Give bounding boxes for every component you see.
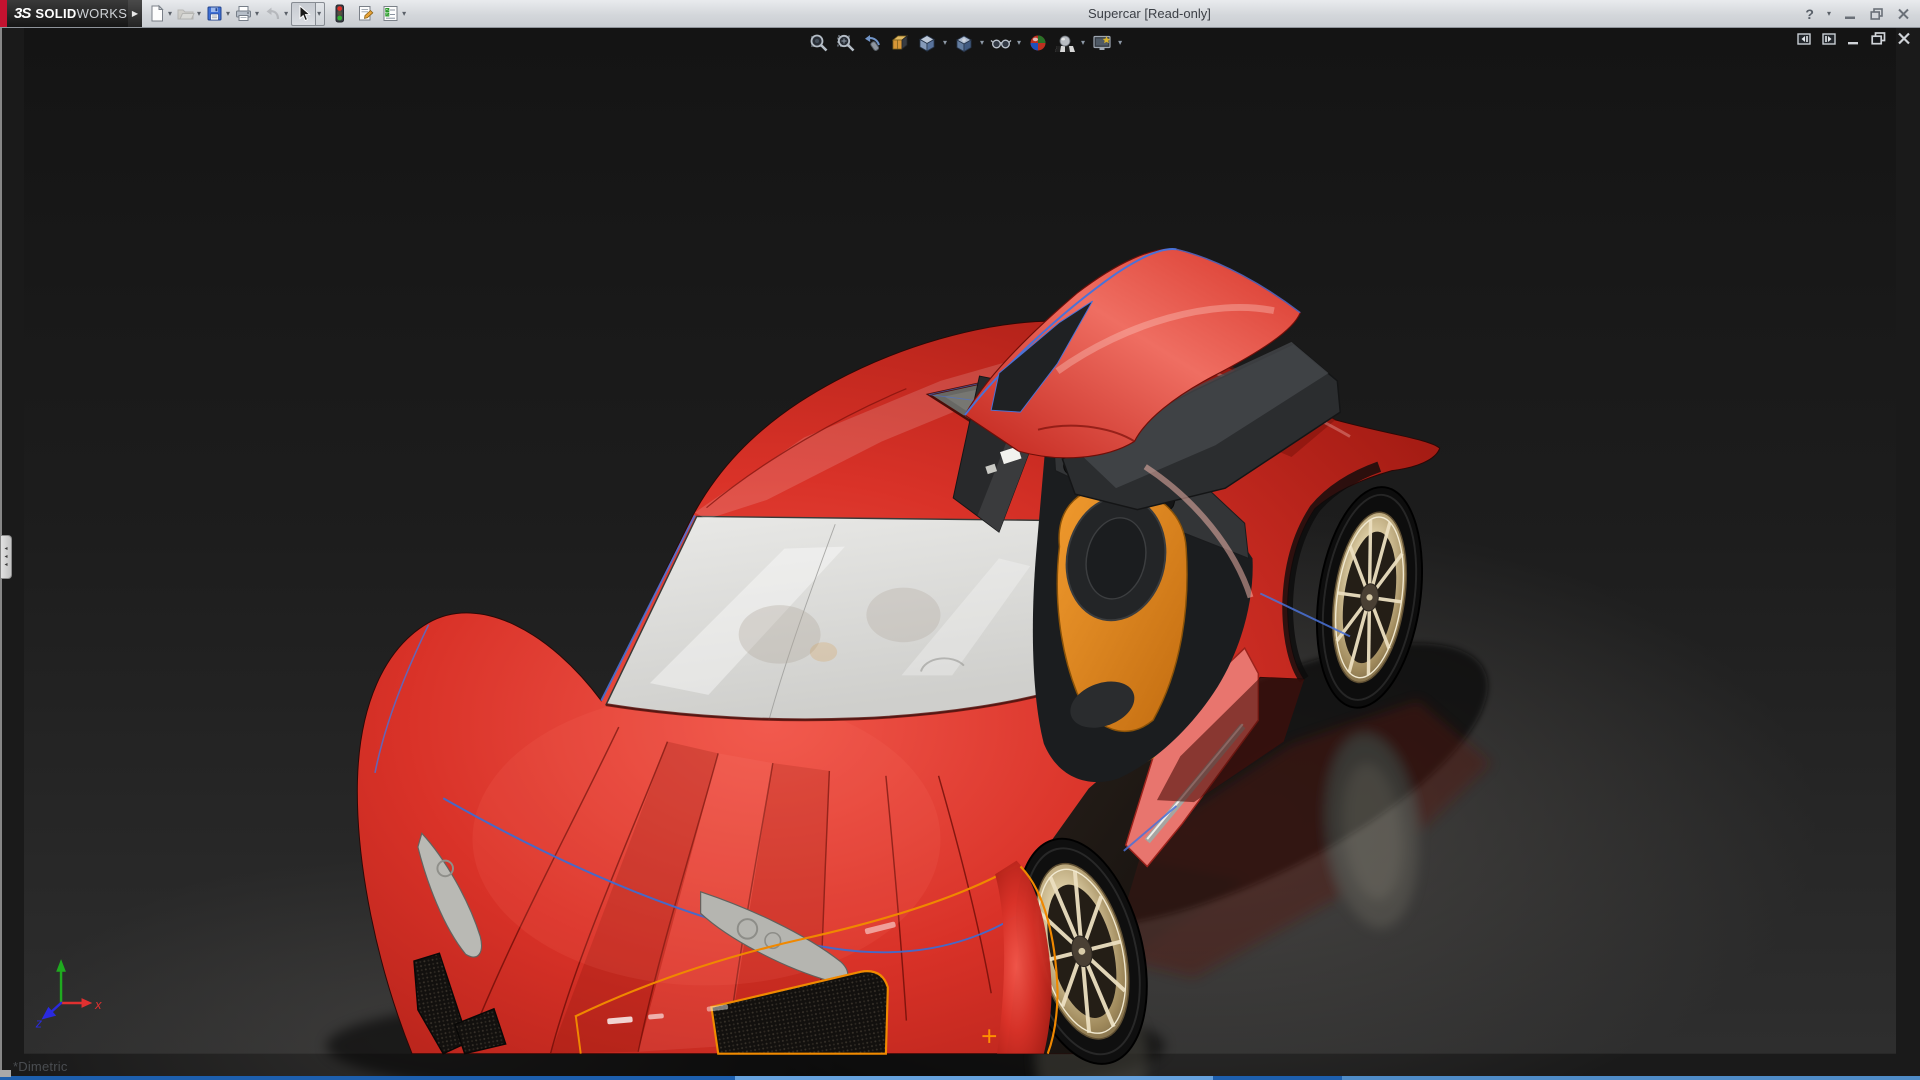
rebuild-traffic-light-icon [330, 4, 349, 23]
select-dropdown-button[interactable]: ▾ [315, 2, 325, 26]
open-button[interactable] [175, 2, 196, 25]
triad-x-label: x [94, 998, 102, 1012]
collapse-arrow-icon: ◂ [4, 546, 7, 552]
print-button[interactable] [233, 2, 254, 25]
document-restore-button[interactable] [1871, 32, 1886, 45]
pane-expand-left-button[interactable] [1797, 33, 1811, 45]
hide-show-items-button[interactable] [988, 30, 1013, 55]
status-bar-segment [735, 1076, 1213, 1080]
pane-expand-right-button[interactable] [1822, 33, 1836, 45]
zoom-to-area-button[interactable] [833, 30, 858, 55]
open-icon [176, 4, 195, 23]
save-icon [205, 4, 224, 23]
undo-dropdown-caret[interactable]: ▾ [283, 2, 291, 25]
print-icon [234, 4, 253, 23]
minimize-icon [1847, 33, 1860, 45]
rebuild-button[interactable] [329, 2, 350, 25]
brand-name-bold: SOLID [35, 6, 76, 21]
pane-expand-right-icon [1822, 33, 1836, 45]
restore-icon [1871, 32, 1886, 45]
options-button[interactable] [380, 2, 401, 25]
collapse-arrow-icon: ◂ [4, 562, 7, 568]
view-orientation-label: *Dimetric [13, 1059, 68, 1074]
undo-icon [263, 4, 282, 23]
window-controls: ? ▾ [1805, 0, 1910, 27]
3d-scene[interactable]: x z [0, 27, 1920, 1080]
options-dropdown-caret[interactable]: ▾ [401, 2, 409, 25]
section-view-icon [889, 32, 911, 54]
triad-z-label: z [35, 1016, 43, 1030]
brand-name-light: WORKS [77, 6, 128, 21]
new-document-icon [147, 4, 166, 23]
solidworks-logo: 3S SOLID WORKS [0, 0, 128, 27]
view-orientation-icon [916, 32, 938, 54]
select-dropdown-caret: ▾ [316, 2, 324, 25]
ds-logo-glyph: 3S [14, 5, 30, 22]
heads-up-view-toolbar: ▾ ▾ ▾ [806, 30, 1124, 55]
hide-show-items-icon [990, 32, 1012, 54]
pane-expand-left-icon [1797, 33, 1811, 45]
quick-access-toolbar: ▾ ▾ ▾ [146, 0, 409, 27]
view-settings-button[interactable] [1089, 30, 1114, 55]
collapse-arrow-icon: ◂ [4, 554, 7, 560]
zoom-to-fit-icon [808, 32, 830, 54]
new-document-button[interactable] [146, 2, 167, 25]
edit-appearance-icon [1027, 32, 1049, 54]
graphics-viewport[interactable]: x z [0, 27, 1920, 1080]
brand-red-stripe [0, 0, 7, 27]
previous-view-icon [862, 32, 884, 54]
menu-expand-arrow[interactable]: ▶ [128, 0, 142, 27]
select-tool-button[interactable] [291, 2, 315, 26]
bottom-left-corner [0, 1070, 11, 1077]
zoom-to-area-icon [835, 32, 857, 54]
status-bar-edge [0, 1076, 1920, 1080]
options-icon [381, 4, 400, 23]
select-cursor-icon [294, 4, 313, 23]
hood-glow [473, 693, 941, 986]
display-style-caret[interactable]: ▾ [978, 38, 986, 47]
save-button[interactable] [204, 2, 225, 25]
edit-appearance-button[interactable] [1025, 30, 1050, 55]
help-icon[interactable]: ? [1805, 6, 1814, 22]
view-orientation-button[interactable] [914, 30, 939, 55]
document-minimize-button[interactable] [1847, 33, 1860, 45]
new-dropdown-caret[interactable]: ▾ [167, 2, 175, 25]
feature-manager-flyout-tab[interactable]: ◂ ◂ ◂ [1, 535, 12, 579]
titlebar: 3S SOLID WORKS ▶ ▾ ▾ [0, 0, 1920, 28]
status-bar-segment [1342, 1076, 1920, 1080]
undo-button[interactable] [262, 2, 283, 25]
apply-scene-icon [1054, 32, 1076, 54]
document-close-button[interactable] [1897, 32, 1911, 45]
window-title: Supercar [Read-only] [1088, 0, 1211, 27]
help-dropdown-caret[interactable]: ▾ [1827, 2, 1831, 25]
open-dropdown-caret[interactable]: ▾ [196, 2, 204, 25]
close-icon [1897, 32, 1911, 45]
view-settings-icon [1091, 32, 1113, 54]
close-icon[interactable] [1897, 8, 1910, 20]
zoom-to-fit-button[interactable] [806, 30, 831, 55]
view-orientation-caret[interactable]: ▾ [941, 38, 949, 47]
section-view-button[interactable] [887, 30, 912, 55]
print-dropdown-caret[interactable]: ▾ [254, 2, 262, 25]
apply-scene-caret[interactable]: ▾ [1079, 38, 1087, 47]
previous-view-button[interactable] [860, 30, 885, 55]
restore-icon[interactable] [1870, 8, 1884, 20]
document-window-controls [1797, 32, 1911, 45]
apply-scene-button[interactable] [1052, 30, 1077, 55]
minimize-icon[interactable] [1844, 8, 1857, 20]
file-properties-icon [356, 4, 375, 23]
checkered-floor [1055, 46, 1075, 52]
display-style-button[interactable] [951, 30, 976, 55]
view-settings-caret[interactable]: ▾ [1116, 38, 1124, 47]
file-properties-button[interactable] [355, 2, 376, 25]
hide-show-items-caret[interactable]: ▾ [1015, 38, 1023, 47]
display-style-icon [953, 32, 975, 54]
save-dropdown-caret[interactable]: ▾ [225, 2, 233, 25]
